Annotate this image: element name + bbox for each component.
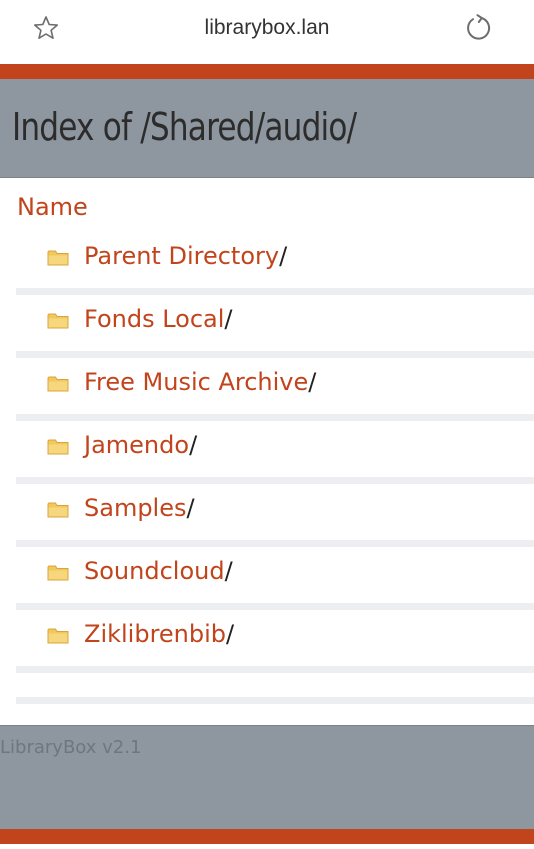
folder-icon — [47, 250, 69, 266]
list-item: Fonds Local/ — [16, 294, 534, 350]
entry-link-parent-directory[interactable]: Parent Directory/ — [84, 242, 287, 270]
folder-icon — [47, 628, 69, 644]
folder-icon — [47, 439, 69, 455]
entry-link-samples[interactable]: Samples/ — [84, 494, 195, 522]
page-title: Index of /Shared/audio/ — [12, 105, 357, 149]
list-item: Samples/ — [16, 483, 534, 539]
browser-toolbar: librarybox.lan — [0, 0, 534, 64]
column-header-name[interactable]: Name — [17, 193, 88, 221]
bottom-accent-stripe — [0, 829, 534, 844]
entry-link-soundcloud[interactable]: Soundcloud/ — [84, 557, 233, 585]
entry-link-free-music-archive[interactable]: Free Music Archive/ — [84, 368, 316, 396]
entry-link-ziklibrenbib[interactable]: Ziklibrenbib/ — [84, 620, 234, 648]
list-item: Parent Directory/ — [16, 231, 534, 287]
folder-icon — [47, 313, 69, 329]
list-item: Free Music Archive/ — [16, 357, 534, 413]
folder-icon — [47, 376, 69, 392]
list-item: Jamendo/ — [16, 420, 534, 476]
top-accent-stripe — [0, 64, 534, 79]
directory-listing: Name Parent Directory/ Fonds Local/ Free… — [0, 178, 534, 724]
bottom-margin — [0, 844, 534, 849]
entry-link-jamendo[interactable]: Jamendo/ — [84, 431, 197, 459]
footer-version-text: LibraryBox v2.1 — [0, 737, 142, 758]
url-bar[interactable]: librarybox.lan — [0, 16, 534, 40]
folder-icon — [47, 565, 69, 581]
page-header: Index of /Shared/audio/ — [0, 79, 534, 178]
folder-icon — [47, 502, 69, 518]
list-item: Soundcloud/ — [16, 546, 534, 602]
entry-link-fonds-local[interactable]: Fonds Local/ — [84, 305, 233, 333]
reload-icon[interactable] — [464, 14, 492, 42]
row-divider — [16, 666, 534, 673]
page-footer: LibraryBox v2.1 — [0, 725, 534, 830]
row-divider — [16, 697, 534, 704]
list-item: Ziklibrenbib/ — [16, 609, 534, 665]
